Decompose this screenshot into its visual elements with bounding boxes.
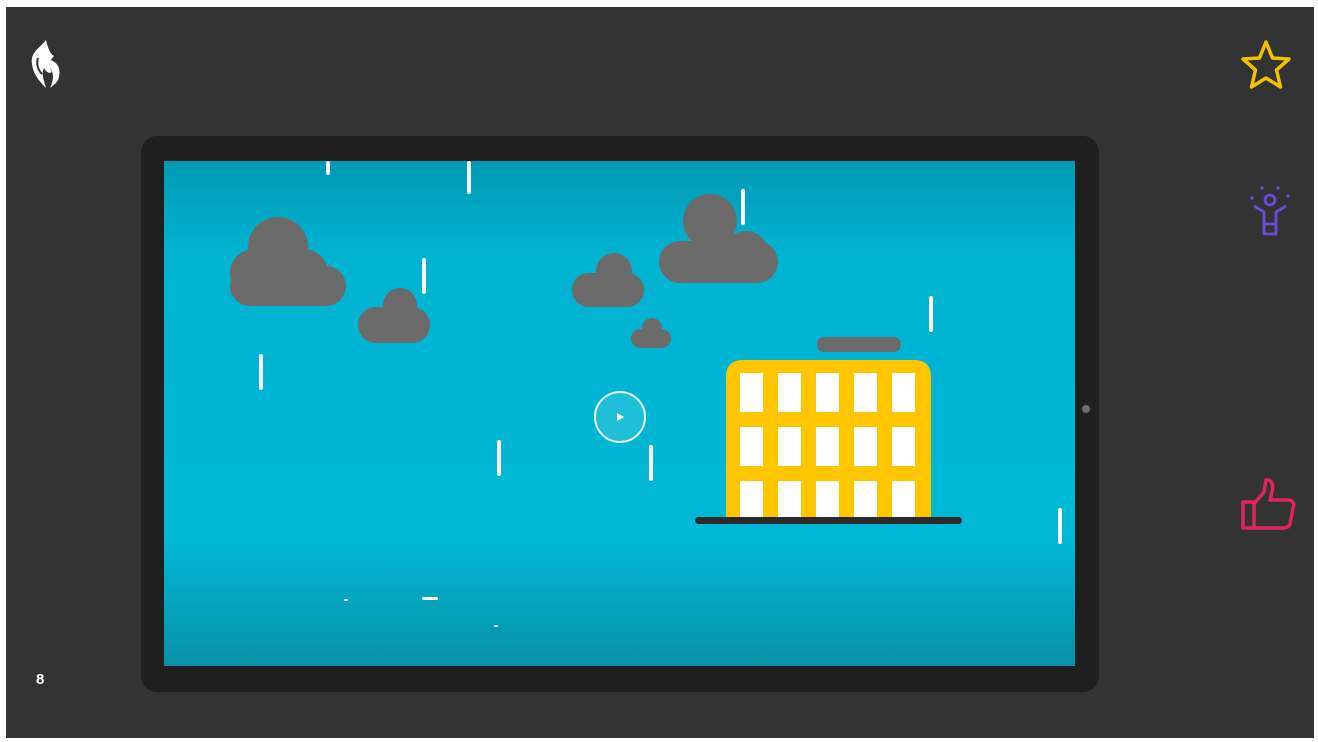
- play-icon: [594, 391, 646, 443]
- star-icon[interactable]: [1236, 36, 1296, 96]
- ground-line: [695, 517, 962, 524]
- tablet-camera: [1082, 405, 1090, 413]
- person-celebrating-icon[interactable]: [1240, 180, 1300, 240]
- play-button[interactable]: [593, 390, 647, 444]
- logo: [24, 38, 68, 90]
- building: [695, 337, 962, 524]
- flame-logo-icon: [31, 40, 60, 88]
- thumbs-up-icon[interactable]: [1238, 474, 1298, 534]
- video-player[interactable]: [164, 161, 1075, 666]
- page-number: 8: [36, 671, 45, 688]
